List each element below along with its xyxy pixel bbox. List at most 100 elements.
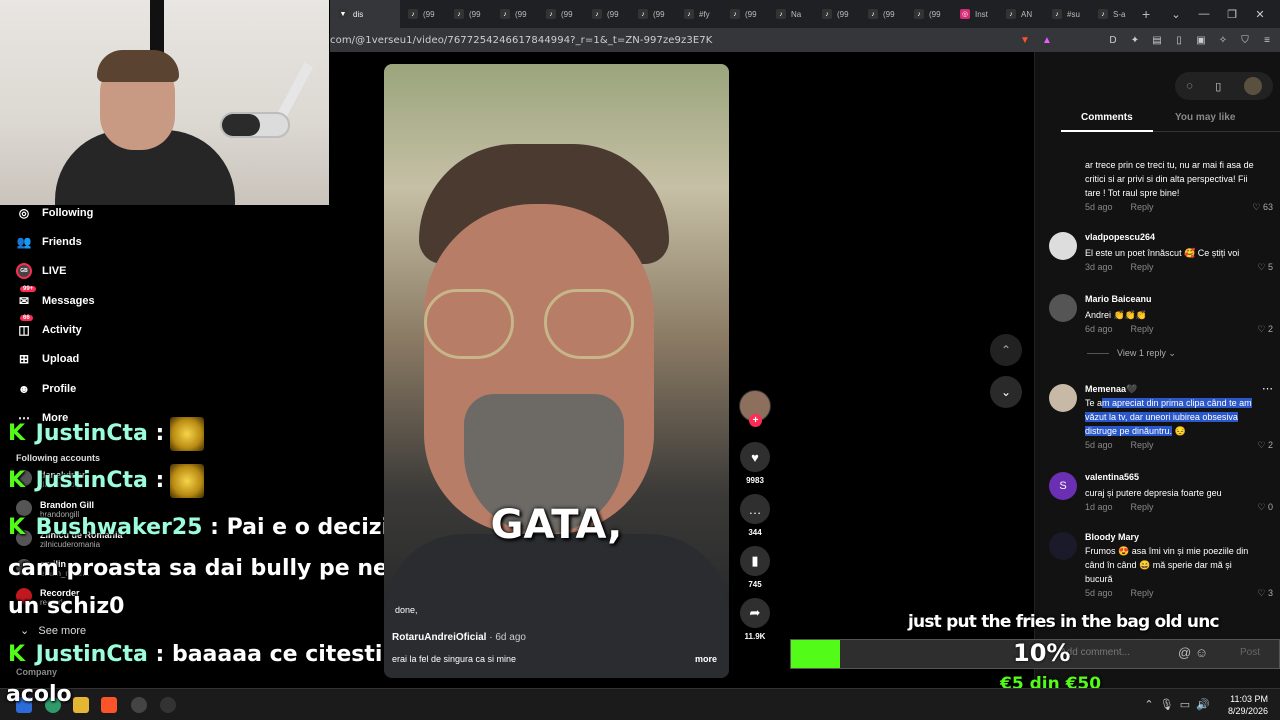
wallet-icon[interactable]: ▣	[1192, 33, 1210, 47]
view-replies-button[interactable]: View 1 reply ⌄	[1087, 348, 1176, 359]
comment-icon[interactable]: …	[740, 494, 770, 524]
sidebar-toggle-icon[interactable]: ▯	[1170, 33, 1188, 47]
commenter-avatar[interactable]: S	[1049, 472, 1077, 500]
reply-button[interactable]: Reply	[1131, 440, 1154, 450]
user-avatar[interactable]	[1243, 77, 1262, 95]
comment-like[interactable]: ♡ 3	[1257, 588, 1273, 599]
comment-username[interactable]: Bloody Mary	[1085, 532, 1139, 542]
comment-like[interactable]: ♡ 5	[1257, 262, 1273, 273]
close-icon[interactable]: ✕	[1246, 8, 1274, 21]
browser-tab[interactable]: ♪ (99	[400, 0, 446, 28]
browser-tab[interactable]: ♪ (99	[538, 0, 584, 28]
brave-shield-icon[interactable]: ▼	[1016, 33, 1034, 47]
browser-tab[interactable]: ▼ dis	[330, 0, 400, 28]
reply-button[interactable]: Reply	[1131, 262, 1154, 272]
browser-tab[interactable]: ♪ (99	[906, 0, 952, 28]
reply-button[interactable]: Reply	[1131, 202, 1154, 212]
restore-icon[interactable]: ❐	[1218, 8, 1246, 21]
company-link[interactable]: Company	[16, 667, 57, 677]
network-icon[interactable]: ▭	[1180, 699, 1190, 711]
bookmark-icon[interactable]: ▮	[740, 546, 770, 576]
brave-rewards-icon[interactable]: ▲	[1038, 33, 1056, 47]
browser-tab[interactable]: ♪ (99	[492, 0, 538, 28]
more-options-icon[interactable]: ⋯	[1262, 382, 1273, 395]
tab-comments[interactable]: Comments	[1081, 112, 1133, 123]
commenter-avatar[interactable]	[1049, 532, 1077, 560]
sidebar-item-messages[interactable]: ✉ 99+ Messages	[16, 286, 95, 309]
browser-tab[interactable]: ♪ (99	[722, 0, 768, 28]
comment-username[interactable]: valentina565	[1085, 472, 1139, 482]
new-tab-button[interactable]: +	[1142, 6, 1162, 22]
browser-tab[interactable]: ♪ Na	[768, 0, 814, 28]
browser-tab[interactable]: ♪ (99	[584, 0, 630, 28]
add-comment-input[interactable]: Add comment...	[1060, 647, 1130, 658]
browser-tab[interactable]: ◎ Inst	[952, 0, 998, 28]
taskbar-clock[interactable]: 11:03 PM 8/29/2026	[1228, 693, 1268, 717]
comment-username[interactable]: Mario Baiceanu	[1085, 294, 1152, 304]
speed-icon[interactable]: ◌	[1186, 80, 1193, 92]
url-field[interactable]: com/@1verseu1/video/7677254246617844994?…	[330, 35, 1016, 46]
reply-button[interactable]: Reply	[1131, 502, 1154, 512]
brave-icon[interactable]	[101, 697, 117, 713]
share-icon[interactable]: ➦	[740, 598, 770, 628]
minimize-icon[interactable]: —	[1190, 8, 1218, 20]
commenter-avatar[interactable]	[1049, 384, 1077, 412]
vpn-icon[interactable]: ⛉	[1236, 33, 1254, 47]
chevron-up-icon[interactable]: ⌃	[1144, 699, 1153, 711]
chevron-up-icon: ⌃	[1000, 343, 1012, 357]
post-comment-button[interactable]: Post	[1240, 647, 1260, 658]
video-player[interactable]: GATA, done, RotaruAndreiOficial · 6d ago…	[384, 64, 729, 678]
comment-action[interactable]: … 344	[740, 494, 770, 537]
browser-tab[interactable]: ♪ #su	[1044, 0, 1090, 28]
mention-icon[interactable]: @	[1178, 645, 1191, 660]
comment-username[interactable]: Memenaa🖤	[1085, 384, 1137, 395]
save-action[interactable]: ▮ 745	[740, 546, 770, 589]
browser-tab[interactable]: ♪ (99	[814, 0, 860, 28]
comment-like[interactable]: ♡ 0	[1257, 502, 1273, 513]
browser-tab[interactable]: ♪ (99	[860, 0, 906, 28]
microphone-icon[interactable]: 🎙	[1160, 699, 1174, 711]
comment-like[interactable]: ♡ 63	[1252, 202, 1273, 213]
next-video-button[interactable]: ⌄	[990, 376, 1022, 408]
previous-video-button[interactable]: ⌃	[990, 334, 1022, 366]
sidebar-item-profile[interactable]: ☻ Profile	[16, 381, 77, 397]
leo-ai-icon[interactable]: ✧	[1214, 33, 1232, 47]
sidebar-item-activity[interactable]: ◫ 66 Activity	[16, 315, 82, 338]
comment-username[interactable]: vladpopescu264	[1085, 232, 1155, 242]
bookmarks-icon[interactable]: ▤	[1148, 33, 1166, 47]
comment-like[interactable]: ♡ 2	[1257, 324, 1273, 335]
sidebar-item-upload[interactable]: ⊞ Upload	[16, 351, 79, 367]
extensions-puzzle-icon[interactable]: ✦	[1126, 33, 1144, 47]
mobile-icon[interactable]: ▯	[1215, 80, 1221, 93]
reply-button[interactable]: Reply	[1131, 324, 1154, 334]
browser-tab[interactable]: ♪ S-a	[1090, 0, 1136, 28]
browser-tab[interactable]: ♪ AN	[998, 0, 1044, 28]
video-more-button[interactable]: more	[695, 654, 717, 664]
share-action[interactable]: ➦ 11.9K	[740, 598, 770, 641]
browser-tab[interactable]: ♪ (99	[446, 0, 492, 28]
commenter-avatar[interactable]	[1049, 294, 1077, 322]
reply-button[interactable]: Reply	[1131, 588, 1154, 598]
windows-taskbar: ⌃ 🎙 ▭ 🔊 11:03 PM 8/29/2026	[0, 688, 1280, 720]
heart-icon[interactable]: ♥	[740, 442, 770, 472]
commenter-avatar[interactable]	[1049, 232, 1077, 260]
tab-you-may-like[interactable]: You may like	[1175, 112, 1235, 123]
obs-icon[interactable]	[131, 697, 147, 713]
extension-d-icon[interactable]: D	[1104, 33, 1122, 47]
video-author[interactable]: RotaruAndreiOficial · 6d ago	[392, 632, 526, 643]
media-player-icon[interactable]	[160, 697, 176, 713]
file-explorer-icon[interactable]	[73, 697, 89, 713]
volume-icon[interactable]: 🔊	[1196, 699, 1210, 711]
browser-tab[interactable]: ♪ (99	[630, 0, 676, 28]
tab-search-icon[interactable]: ⌄	[1162, 8, 1190, 21]
see-more-link[interactable]: ⌄ See more	[20, 624, 86, 637]
sidebar-item-live[interactable]: GB LIVE	[16, 263, 66, 279]
comment-like[interactable]: ♡ 2	[1257, 440, 1273, 451]
sidebar-item-following[interactable]: ◎ Following	[16, 205, 94, 221]
browser-menu-icon[interactable]: ≡	[1258, 33, 1276, 47]
sidebar-item-friends[interactable]: 👥 Friends	[16, 234, 82, 250]
emoji-icon[interactable]: ☺	[1195, 645, 1208, 660]
follow-plus-button[interactable]: +	[749, 414, 762, 427]
like-action[interactable]: ♥ 9983	[740, 442, 770, 485]
browser-tab[interactable]: ♪ #fy	[676, 0, 722, 28]
